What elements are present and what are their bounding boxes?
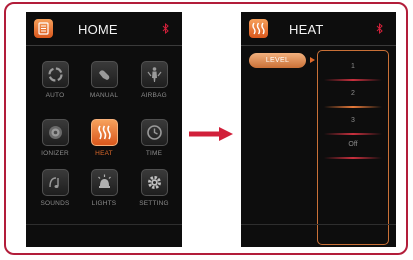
ionizer-icon: [41, 119, 69, 146]
tile-label: AIRBAG: [141, 92, 167, 99]
hand-icon: [90, 61, 118, 88]
tile-label: IONIZER: [41, 150, 69, 157]
music-note-icon: [41, 169, 69, 196]
tile-heat[interactable]: HEAT: [82, 119, 126, 157]
tile-ionizer[interactable]: IONIZER: [33, 119, 77, 157]
tile-label: AUTO: [45, 92, 65, 99]
tile-label: SETTING: [139, 200, 169, 207]
page-title: HEAT: [289, 22, 324, 37]
tile-sounds[interactable]: SOUNDS: [33, 169, 77, 207]
header-divider: [241, 45, 396, 46]
tile-time[interactable]: TIME: [132, 119, 176, 157]
level-option-2[interactable]: 2: [318, 83, 388, 108]
option-label: 3: [351, 117, 355, 124]
option-label: 2: [351, 90, 355, 97]
tile-label: SOUNDS: [40, 200, 70, 207]
clock-icon: [140, 119, 168, 146]
footer-divider: [26, 224, 182, 225]
lamp-icon: [90, 169, 118, 196]
tile-auto[interactable]: AUTO: [33, 61, 77, 99]
tile-setting[interactable]: SETTING: [132, 169, 176, 207]
level-pointer-icon: [310, 57, 315, 63]
list-icon[interactable]: [34, 19, 53, 38]
level-option-off[interactable]: Off: [318, 134, 388, 159]
heat-waves-icon: [90, 119, 118, 146]
right-arrow-icon: [189, 127, 233, 141]
heat-screen: HEAT LEVEL 1 2 3 Off: [241, 12, 396, 247]
option-divider: [324, 79, 382, 81]
tile-label: TIME: [145, 150, 163, 157]
level-button[interactable]: LEVEL: [249, 53, 306, 68]
option-divider: [324, 157, 382, 159]
tile-label: HEAT: [95, 150, 113, 157]
level-option-1[interactable]: 1: [318, 56, 388, 81]
tile-lights[interactable]: LIGHTS: [82, 169, 126, 207]
home-header: HOME: [26, 12, 182, 45]
heat-header: HEAT: [241, 12, 396, 45]
header-divider: [26, 45, 182, 46]
bluetooth-icon: [376, 23, 383, 34]
tile-label: LIGHTS: [91, 200, 117, 207]
option-divider: [324, 106, 382, 108]
level-options-panel: 1 2 3 Off: [317, 50, 389, 245]
level-option-3[interactable]: 3: [318, 110, 388, 135]
body-airbag-icon: [140, 61, 168, 88]
tile-label: MANUAL: [89, 92, 119, 99]
footer-divider: [241, 224, 396, 225]
page-title: HOME: [78, 22, 118, 37]
auto-cycle-icon: [41, 61, 69, 88]
option-label: 1: [351, 63, 355, 70]
bluetooth-icon: [162, 23, 169, 34]
home-screen: HOME AUTO MANUAL AIRBAG IONIZER HEAT TIM…: [26, 12, 182, 247]
heat-waves-icon[interactable]: [249, 19, 268, 38]
gear-icon: [140, 169, 168, 196]
tile-manual[interactable]: MANUAL: [82, 61, 126, 99]
option-label: Off: [348, 141, 358, 148]
tile-airbag[interactable]: AIRBAG: [132, 61, 176, 99]
